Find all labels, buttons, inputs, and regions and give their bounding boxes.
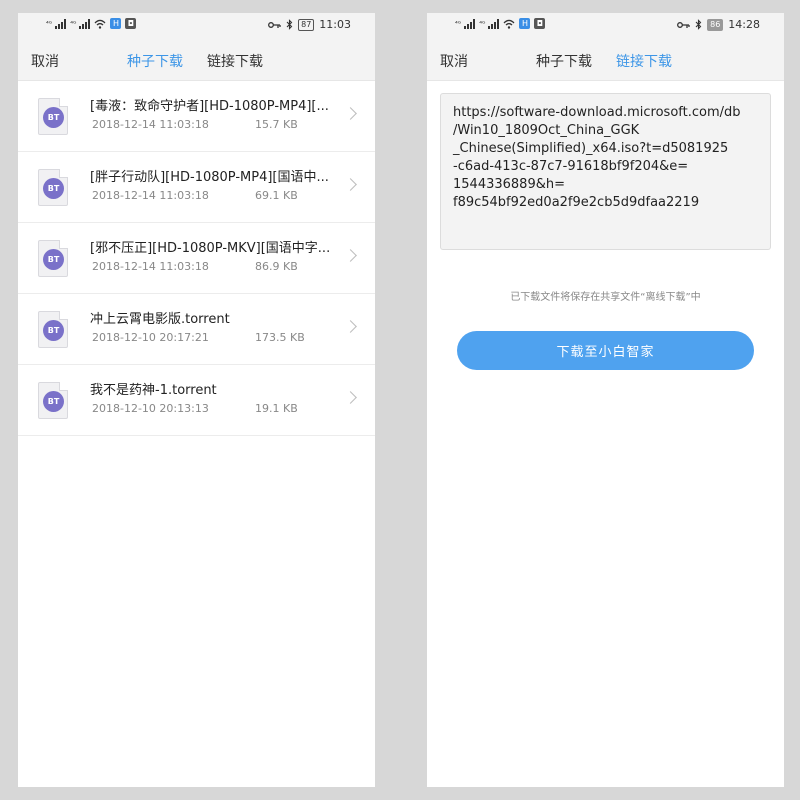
torrent-file-icon: BT	[38, 311, 68, 348]
battery-indicator: 86	[707, 18, 724, 31]
file-list-item[interactable]: BT 冲上云霄电影版.torrent 2018-12-10 20:17:21 173.…	[18, 294, 375, 365]
torrent-file-icon: BT	[38, 98, 68, 135]
chevron-right-icon	[344, 178, 357, 191]
file-date: 2018-12-14 11:03:18	[92, 189, 209, 202]
file-size: 69.1 KB	[255, 189, 298, 202]
file-size: 19.1 KB	[255, 402, 298, 415]
hd-icon: ⁴ᴳ	[46, 19, 53, 28]
status-left: ⁴ᴳ ⁴ᴳ H ◘	[455, 18, 546, 29]
cancel-button[interactable]: 取消	[440, 51, 468, 71]
clock: 14:28	[728, 18, 760, 31]
tab-torrent-download[interactable]: 种子下载	[127, 51, 183, 71]
file-list-item[interactable]: BT 我不是药神-1.torrent 2018-12-10 20:13:13 19.1…	[18, 365, 375, 436]
status-bar: ⁴ᴳ ⁴ᴳ H ◘ 86 14:28	[427, 13, 784, 37]
chevron-right-icon	[344, 391, 357, 404]
clock: 11:03	[319, 18, 351, 31]
torrent-file-icon: BT	[38, 240, 68, 277]
torrent-file-icon: BT	[38, 169, 68, 206]
bt-badge: BT	[43, 107, 64, 128]
app-notification-icon: H	[110, 18, 122, 29]
hd-icon: ⁴ᴳ	[479, 19, 486, 28]
file-size: 15.7 KB	[255, 118, 298, 131]
file-name: [邪不压正][HD-1080P-MKV][国语中字...	[90, 241, 331, 256]
app-notification-icon: ◘	[534, 18, 546, 29]
signal-icon	[464, 18, 476, 29]
right-phone-screen: ⁴ᴳ ⁴ᴳ H ◘ 86 14:28 取消 种子下载 链接下载 https://…	[427, 13, 784, 787]
file-name: [毒液：致命守护者][HD-1080P-MP4][...	[90, 99, 329, 114]
signal-icon	[79, 18, 91, 29]
torrent-file-list: BT [毒液：致命守护者][HD-1080P-MP4][... 2018-12-14…	[18, 81, 375, 436]
app-notification-icon: ◘	[125, 18, 137, 29]
chevron-right-icon	[344, 320, 357, 333]
file-size: 173.5 KB	[255, 331, 305, 344]
tab-link-download[interactable]: 链接下载	[207, 51, 263, 71]
file-list-item[interactable]: BT [毒液：致命守护者][HD-1080P-MP4][... 2018-12-14…	[18, 81, 375, 152]
battery-indicator: 87	[298, 18, 315, 31]
file-name: [胖子行动队][HD-1080P-MP4][国语中...	[90, 170, 329, 185]
torrent-file-icon: BT	[38, 382, 68, 419]
file-date: 2018-12-14 11:03:18	[92, 118, 209, 131]
file-date: 2018-12-14 11:03:18	[92, 260, 209, 273]
chevron-right-icon	[344, 249, 357, 262]
save-location-hint: 已下载文件将保存在共享文件“离线下载”中	[510, 292, 701, 303]
file-name: 冲上云霄电影版.torrent	[90, 312, 230, 327]
file-list-item[interactable]: BT [邪不压正][HD-1080P-MKV][国语中字... 2018-12-14…	[18, 223, 375, 294]
wifi-icon	[504, 19, 515, 29]
tab-torrent-download[interactable]: 种子下载	[536, 51, 592, 71]
wifi-icon	[95, 19, 106, 29]
file-size: 86.9 KB	[255, 260, 298, 273]
hd-icon: ⁴ᴳ	[70, 19, 77, 28]
status-left: ⁴ᴳ ⁴ᴳ H ◘	[46, 18, 137, 29]
chevron-right-icon	[344, 107, 357, 120]
nav-bar: 取消 种子下载 链接下载	[18, 37, 375, 81]
url-input[interactable]: https://software-download.microsoft.com/…	[440, 93, 771, 250]
bt-badge: BT	[43, 320, 64, 341]
bt-badge: BT	[43, 249, 64, 270]
app-notification-icon: H	[519, 18, 531, 29]
cancel-button[interactable]: 取消	[31, 51, 59, 71]
file-name: 我不是药神-1.torrent	[90, 383, 217, 398]
signal-icon	[488, 18, 500, 29]
bluetooth-icon	[695, 19, 702, 30]
bt-badge: BT	[43, 178, 64, 199]
bluetooth-icon	[286, 19, 293, 30]
nav-bar: 取消 种子下载 链接下载	[427, 37, 784, 81]
file-list-item[interactable]: BT [胖子行动队][HD-1080P-MP4][国语中... 2018-12-14…	[18, 152, 375, 223]
file-date: 2018-12-10 20:13:13	[92, 402, 209, 415]
key-icon	[677, 21, 690, 28]
key-icon	[268, 21, 281, 28]
status-bar: ⁴ᴳ ⁴ᴳ H ◘ 87 11:03	[18, 13, 375, 37]
status-right: 87 11:03	[268, 18, 351, 31]
signal-icon	[55, 18, 67, 29]
tab-link-download[interactable]: 链接下载	[616, 51, 672, 71]
file-date: 2018-12-10 20:17:21	[92, 331, 209, 344]
left-phone-screen: ⁴ᴳ ⁴ᴳ H ◘ 87 11:03 取消 种子下载 链接下载 BT [毒液：致命…	[18, 13, 375, 787]
status-right: 86 14:28	[677, 18, 760, 31]
bt-badge: BT	[43, 391, 64, 412]
download-to-xiaobai-button[interactable]: 下载至小白智家	[457, 331, 754, 370]
hd-icon: ⁴ᴳ	[455, 19, 462, 28]
